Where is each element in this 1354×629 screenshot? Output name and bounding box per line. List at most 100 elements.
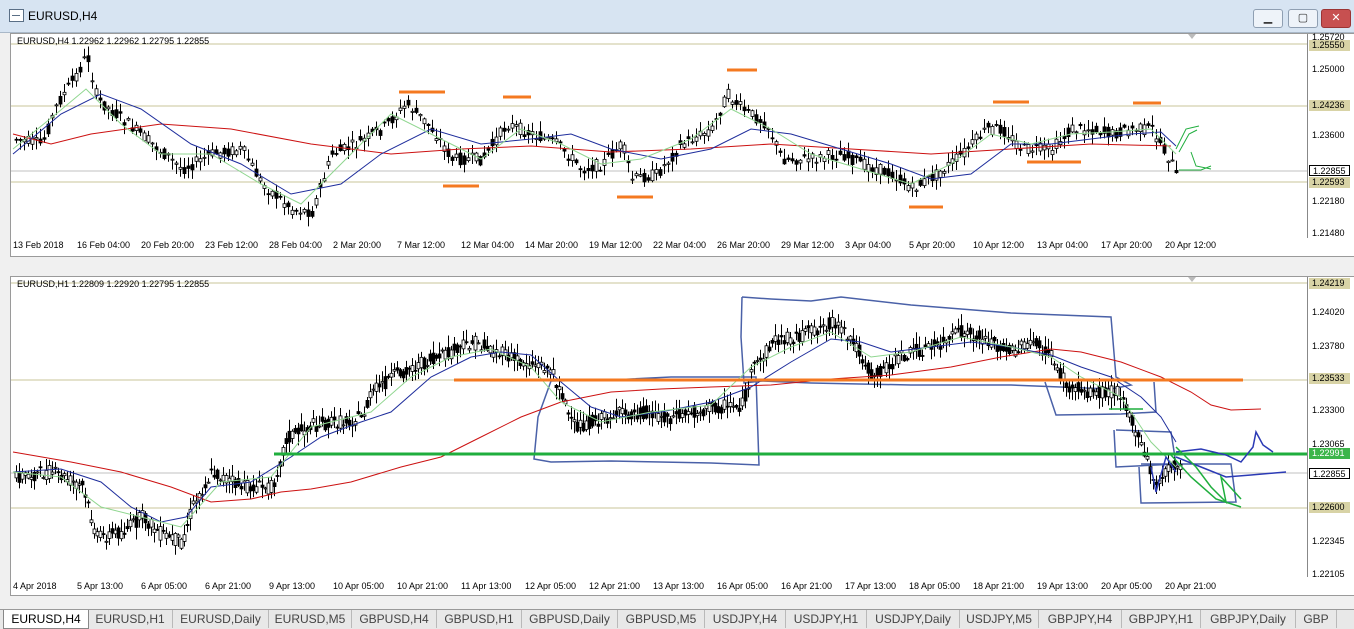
h1-candle [167,534,172,538]
h1-candle [755,360,760,362]
h1-candle [1025,343,1030,349]
tab-eurusd-h4[interactable]: EURUSD,H4 [3,610,89,629]
h1-candle [443,349,448,360]
h4-candle [250,162,255,166]
h1-candle [728,402,733,407]
tab-usdjpy-h1[interactable]: USDJPY,H1 [786,610,867,628]
tab-gbpjpy-daily[interactable]: GBPJPY,Daily [1201,610,1296,628]
h4-candle [294,209,299,212]
h1-candle [497,355,502,358]
tab-eurusd-daily[interactable]: EURUSD,Daily [173,610,269,628]
h1-candle [644,405,649,419]
window-title: EURUSD,H4 [28,9,98,23]
h1-candle [398,369,403,377]
h4-xtick: 10 Apr 12:00 [973,240,1025,250]
tab-gbpusd-h4[interactable]: GBPUSD,H4 [352,610,437,628]
h4-candle [258,177,263,182]
h4-ma-blue [12,93,1177,195]
tab-eurusd-m5[interactable]: EURUSD,M5 [269,610,352,628]
h4-candle [914,189,919,192]
h4-candle [862,158,867,170]
h1-candle [677,409,682,419]
h1-candle [104,540,109,543]
h4-candle [306,209,311,217]
h4-candle [646,177,651,181]
h1-candle [773,335,778,342]
h4-candle [410,110,415,113]
h4-candle [514,124,519,127]
tab-usdjpy-daily[interactable]: USDJPY,Daily [867,610,960,628]
h4-price-chart[interactable] [11,34,1307,238]
h4-candle [186,165,191,169]
tab-gbpusd-m5[interactable]: GBPUSD,M5 [618,610,705,628]
minimize-button[interactable]: ▁ [1253,9,1283,28]
chart-panel-h4[interactable]: EURUSD,H4 1.22962 1.22962 1.22795 1.2285… [10,32,1354,257]
h4-candle [390,116,395,124]
close-button[interactable]: ✕ [1321,9,1351,28]
h4-candle [506,128,511,131]
h4-candle [806,158,811,163]
h4-candle [638,174,643,177]
h1-candle [866,362,871,374]
tab-gbpjpy-h4[interactable]: GBPJPY,H4 [1039,610,1122,628]
h4-candle [970,139,975,145]
h1-candle [77,483,82,486]
h4-candle [234,150,239,156]
maximize-button[interactable]: ▢ [1288,9,1318,28]
h1-candle [38,466,43,469]
h1-candle [1037,340,1042,349]
h1-candle [248,486,253,492]
h4-candle [566,158,571,161]
h1-candle [581,422,586,432]
h1-candle [602,411,607,419]
h1-candle [1094,391,1099,396]
h1-candle [719,407,724,414]
tab-gbpjpy-h1[interactable]: GBPJPY,H1 [1122,610,1201,628]
h1-candle [722,399,727,410]
h4-candle [34,137,39,140]
h4-candle [1078,123,1083,127]
h1-candle [623,409,628,415]
h1-candle [884,362,889,374]
h4-candle [314,198,319,206]
h4-candle [1090,129,1095,135]
h1-candle [362,414,367,417]
h1-price-chart[interactable] [11,277,1307,577]
chart-panel-h1[interactable]: EURUSD,H1 1.22809 1.22920 1.22795 1.2285… [10,276,1354,596]
tab-gbpusd-daily[interactable]: GBPUSD,Daily [522,610,618,628]
h1-candle [665,413,670,417]
h4-price-scale[interactable]: 1.25720 1.25000 1.23600 1.22180 1.21480 … [1307,32,1354,238]
h1-level-label: 1.24219 [1309,278,1350,289]
h4-candle [58,95,63,105]
h1-candle [587,415,592,429]
tab-gbp-partial[interactable]: GBP [1296,610,1337,628]
h4-candle [502,127,507,132]
h1-candle [608,417,613,420]
h1-candle [815,330,820,336]
h4-xtick: 2 Mar 20:00 [333,240,382,250]
h1-candle [785,331,790,343]
h4-xtick: 26 Mar 20:00 [717,240,771,250]
tab-usdjpy-h4[interactable]: USDJPY,H4 [705,610,786,628]
h1-candle [575,421,580,432]
h4-candle [182,167,187,175]
h1-candle [368,391,373,399]
h1-candle [287,430,292,443]
h4-candle [350,139,355,143]
h1-candle [962,333,967,337]
h1-candle [257,480,262,483]
h1-price-scale[interactable]: 1.24020 1.23780 1.23300 1.23065 1.22345 … [1307,277,1354,579]
h4-current-price-label: 1.22855 [1309,165,1350,176]
tab-usdjpy-m5[interactable]: USDJPY,M5 [960,610,1039,628]
tab-gbpusd-h1[interactable]: GBPUSD,H1 [437,610,522,628]
h1-candle [794,331,799,334]
h1-candle [35,471,40,474]
h1-candle [263,487,268,490]
h1-candle [155,528,160,531]
h1-candle [320,416,325,422]
h4-level-label: 1.25550 [1309,40,1350,51]
h4-candle [1050,150,1055,156]
tab-eurusd-h1[interactable]: EURUSD,H1 [88,610,173,628]
h1-ytick: 1.23300 [1312,405,1345,415]
h4-candle [342,143,347,152]
